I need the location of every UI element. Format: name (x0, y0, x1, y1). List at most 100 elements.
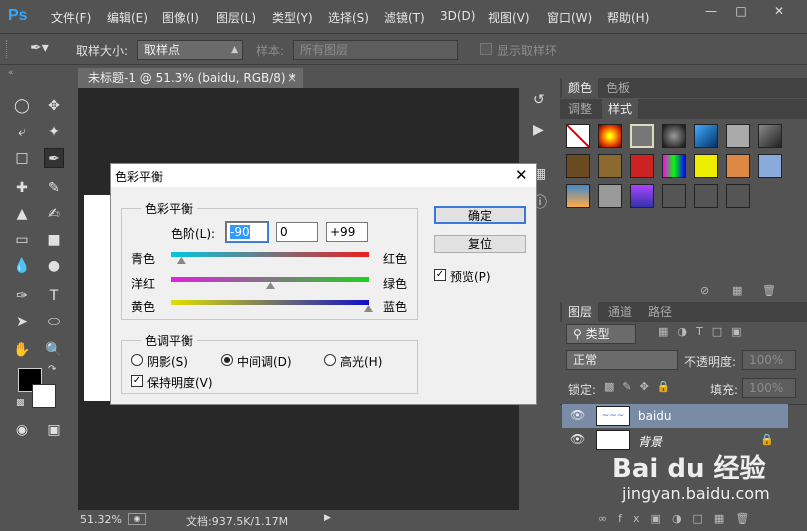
style-swatch[interactable] (758, 124, 782, 148)
style-swatch[interactable] (566, 184, 590, 208)
gradient-icon[interactable]: ■ (44, 230, 64, 250)
highlights-label[interactable]: 高光(H) (340, 353, 382, 370)
move-icon[interactable]: ✥ (44, 96, 64, 116)
preserve-luminosity-label[interactable]: 保持明度(V) (147, 374, 213, 391)
style-swatch[interactable] (726, 154, 750, 178)
preview-checkbox[interactable]: ✓ (434, 269, 446, 281)
dodge-icon[interactable]: ● (44, 256, 64, 276)
tab-styles[interactable]: 样式 (602, 99, 639, 119)
style-swatch[interactable] (694, 124, 718, 148)
menu-edit[interactable]: 编辑(E) (107, 9, 148, 26)
magic-wand-icon[interactable]: ✦ (44, 122, 64, 142)
shadows-label[interactable]: 阴影(S) (147, 353, 188, 370)
tab-adjustments[interactable]: 调整 (562, 99, 598, 119)
eyedropper-preset-icon[interactable]: ✒▾ (30, 40, 49, 56)
quick-mask-icon[interactable]: ◉ (12, 420, 32, 440)
history-brush-icon[interactable]: ✍ (44, 204, 64, 224)
style-swatch[interactable] (630, 124, 654, 148)
menu-help[interactable]: 帮助(H) (607, 9, 649, 26)
level-yellow-blue-input[interactable]: +99 (326, 222, 368, 242)
lock-icons[interactable]: ▩✎✥🔒 (604, 380, 679, 393)
brush-icon[interactable]: ✎ (44, 178, 64, 198)
layer-filter-icons[interactable]: ▦◑T□▣ (658, 325, 751, 338)
document-tab[interactable]: 未标题-1 @ 51.3% (baidu, RGB/8) * × (78, 68, 303, 88)
visibility-eye-icon[interactable]: 👁 (570, 432, 585, 446)
blend-mode-dropdown[interactable]: 正常 (566, 350, 678, 370)
style-swatch[interactable] (694, 154, 718, 178)
zoom-icon[interactable]: 🔍 (44, 340, 64, 360)
collapse-icon[interactable]: « (8, 68, 14, 78)
crop-icon[interactable]: □ (12, 148, 32, 168)
sample-dropdown[interactable]: 所有图层 (293, 40, 458, 60)
clear-style-icon[interactable]: ⊘ (700, 284, 709, 297)
style-swatch[interactable] (598, 184, 622, 208)
menu-select[interactable]: 选择(S) (328, 9, 369, 26)
layer-name[interactable]: baidu (638, 409, 672, 423)
menu-layer[interactable]: 图层(L) (216, 9, 256, 26)
opacity-input[interactable]: 100% (742, 350, 796, 370)
yellow-blue-slider[interactable] (171, 300, 369, 305)
background-color-swatch[interactable] (32, 384, 56, 408)
history-icon[interactable]: ↺ (533, 92, 545, 108)
style-swatch[interactable] (630, 154, 654, 178)
blur-icon[interactable]: 💧 (12, 256, 32, 276)
layer-row[interactable]: 👁 ~~~ baidu (562, 404, 788, 428)
level-magenta-green-input[interactable]: 0 (276, 222, 318, 242)
tab-layers[interactable]: 图层 (562, 302, 599, 322)
path-select-icon[interactable]: ➤ (12, 312, 32, 332)
tab-swatches[interactable]: 色板 (600, 78, 636, 98)
style-swatch[interactable] (598, 124, 622, 148)
maximize-icon[interactable]: □ (730, 2, 752, 20)
pen-icon[interactable]: ✑ (12, 286, 32, 306)
cyan-red-slider[interactable] (171, 252, 369, 257)
status-icon[interactable]: ◉ (128, 513, 146, 525)
menu-3d[interactable]: 3D(D) (440, 9, 475, 23)
ellipse-shape-icon[interactable]: ⬭ (44, 312, 64, 332)
shadows-radio[interactable] (131, 354, 143, 366)
menu-file[interactable]: 文件(F) (51, 9, 91, 26)
status-menu-arrow-icon[interactable]: ▶ (324, 513, 331, 523)
tab-color[interactable]: 颜色 (562, 78, 599, 98)
magenta-green-slider[interactable] (171, 277, 369, 282)
new-style-icon[interactable]: ▦ (732, 284, 742, 297)
hand-icon[interactable]: ✋ (12, 340, 32, 360)
lasso-icon[interactable]: ⤶ (12, 122, 32, 142)
layers-bottom-icons[interactable]: ∞fx▣◑□▦🗑 (598, 512, 760, 525)
eraser-icon[interactable]: ▭ (12, 230, 32, 250)
actions-play-icon[interactable]: ▶ (533, 122, 544, 138)
style-swatch[interactable] (662, 184, 686, 208)
dialog-titlebar[interactable]: 色彩平衡 ✕ (111, 164, 536, 187)
close-tab-icon[interactable]: × (287, 68, 297, 88)
style-swatch[interactable] (662, 124, 686, 148)
close-window-icon[interactable]: ✕ (762, 2, 796, 20)
style-swatch[interactable] (726, 124, 750, 148)
stamp-icon[interactable]: ▲ (12, 204, 32, 224)
show-ring-checkbox[interactable] (480, 43, 492, 55)
style-swatch[interactable] (662, 154, 686, 178)
layer-filter-dropdown[interactable]: ⚲ 类型 (566, 324, 636, 344)
style-swatch[interactable] (566, 154, 590, 178)
midtones-radio[interactable] (221, 354, 233, 366)
preview-label[interactable]: 预览(P) (450, 268, 491, 285)
preserve-luminosity-checkbox[interactable]: ✓ (131, 375, 143, 387)
eyedropper-icon[interactable]: ✒ (44, 148, 64, 168)
screen-mode-icon[interactable]: ▣ (44, 420, 64, 440)
close-dialog-icon[interactable]: ✕ (515, 166, 528, 184)
fill-input[interactable]: 100% (742, 378, 796, 398)
style-swatch[interactable] (598, 154, 622, 178)
healing-brush-icon[interactable]: ✚ (12, 178, 32, 198)
level-cyan-red-input[interactable]: -90 (225, 221, 269, 243)
menu-filter[interactable]: 滤镜(T) (384, 9, 425, 26)
delete-style-icon[interactable]: 🗑 (762, 284, 776, 297)
highlights-radio[interactable] (324, 354, 336, 366)
marquee-icon[interactable]: ◯ (12, 96, 32, 116)
text-icon[interactable]: T (44, 286, 64, 306)
tab-paths[interactable]: 路径 (642, 302, 678, 322)
style-swatch[interactable] (758, 154, 782, 178)
midtones-label[interactable]: 中间调(D) (237, 353, 292, 370)
minimize-icon[interactable]: — (700, 2, 722, 20)
style-none-swatch[interactable] (566, 124, 590, 148)
style-swatch[interactable] (630, 184, 654, 208)
menu-image[interactable]: 图像(I) (162, 9, 199, 26)
style-swatch[interactable] (726, 184, 750, 208)
